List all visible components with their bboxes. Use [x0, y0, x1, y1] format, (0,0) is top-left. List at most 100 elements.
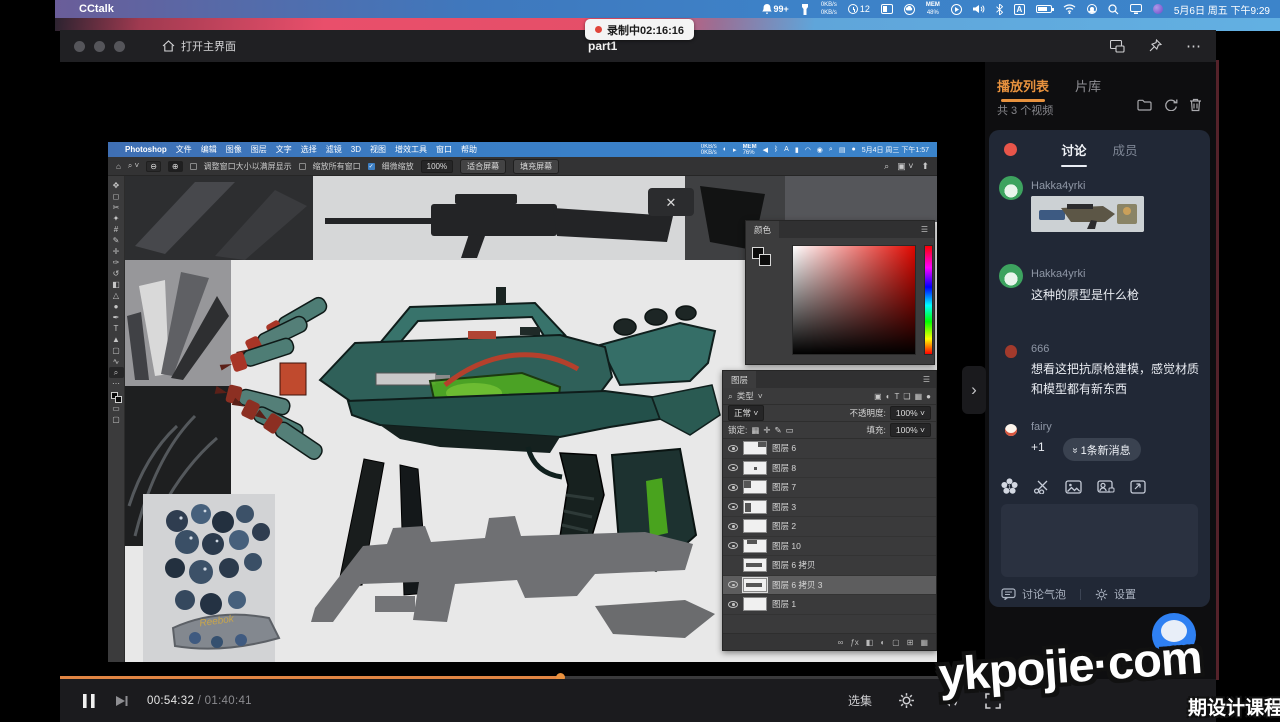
- ps-zoom-out-button[interactable]: ⊖: [146, 161, 161, 172]
- ps-layer-row[interactable]: 图层 7: [723, 478, 936, 498]
- loop-refresh-icon[interactable]: [1163, 98, 1178, 111]
- spotlight-search-icon[interactable]: [1108, 4, 1119, 15]
- minimize-window-button[interactable]: [94, 41, 105, 52]
- emoji-flower-icon[interactable]: 1: [1001, 478, 1018, 495]
- episodes-button[interactable]: 选集: [848, 692, 872, 709]
- window-manager-icon[interactable]: [881, 4, 893, 14]
- ps-menu-plugins[interactable]: 增效工具: [395, 144, 427, 155]
- new-message-pill[interactable]: » 1条新消息: [1063, 438, 1141, 461]
- video-player-surface[interactable]: Photoshop 文件 编辑 图像 图层 文字 选择 滤镜 3D 视图 增效工…: [60, 62, 985, 676]
- active-app-name[interactable]: CCtalk: [79, 3, 114, 15]
- panel-collapse-handle[interactable]: ›: [962, 366, 986, 414]
- ps-scrubby-zoom-checkbox[interactable]: [368, 163, 375, 170]
- memory-monitor[interactable]: MEM 48%: [926, 2, 940, 16]
- ps-blend-mode-select[interactable]: 正常 ˅: [728, 405, 764, 421]
- ps-layer-row[interactable]: 图层 6 拷贝: [723, 556, 936, 576]
- message-box-icon[interactable]: [1130, 480, 1146, 494]
- pin-window-icon[interactable]: [1149, 39, 1162, 53]
- assistant-app-icon[interactable]: [1153, 4, 1163, 14]
- trash-icon[interactable]: [1189, 98, 1202, 112]
- ps-menu-select[interactable]: 选择: [301, 144, 317, 155]
- notification-bell-icon[interactable]: 99+: [762, 4, 789, 15]
- ps-layer-row[interactable]: 图层 10: [723, 537, 936, 557]
- ps-menu-filter[interactable]: 滤镜: [326, 144, 342, 155]
- ps-tool-preset[interactable]: ⌕ ˅: [128, 161, 139, 171]
- input-method-icon[interactable]: A: [1014, 4, 1025, 15]
- image-upload-icon[interactable]: [1065, 480, 1082, 494]
- ps-toolbar[interactable]: ✥◻✂✦#✎✛✑ ↺◧△●✒T▲▢∿ ⌕ ⋯ ▭▢: [108, 176, 125, 662]
- ps-resize-window-checkbox[interactable]: [190, 163, 197, 170]
- ps-search-icon[interactable]: ⌕: [884, 161, 889, 172]
- ps-hue-slider[interactable]: [924, 245, 933, 355]
- ps-zoom-level-field[interactable]: 100%: [421, 160, 453, 173]
- ps-layers-panel-tab[interactable]: 图层: [723, 371, 756, 388]
- settings-button[interactable]: 设置: [1114, 586, 1136, 602]
- ps-panel-menu-icon[interactable]: ☰: [921, 225, 928, 234]
- ps-opacity-field[interactable]: 100% ˅: [890, 406, 931, 420]
- avatar[interactable]: [999, 264, 1023, 288]
- ps-menu-image[interactable]: 图像: [226, 144, 242, 155]
- ps-share-icon[interactable]: ⬆: [921, 161, 929, 172]
- avatar[interactable]: [999, 176, 1023, 200]
- wifi-icon[interactable]: [1063, 4, 1076, 14]
- play-status-icon[interactable]: [951, 4, 962, 15]
- menubar-clock[interactable]: 5月6日 周五 下午9:29: [1174, 2, 1270, 17]
- screenshot-scissors-icon[interactable]: [1033, 479, 1050, 494]
- ps-fill-screen-button[interactable]: 填充屏幕: [513, 159, 559, 174]
- ps-layers-footer-icons[interactable]: ∞ƒx◧◐▢⊞▦: [723, 633, 936, 650]
- ps-layer-row[interactable]: 图层 8: [723, 459, 936, 479]
- picture-in-picture-icon[interactable]: [1110, 40, 1125, 53]
- folder-icon[interactable]: [1137, 98, 1152, 111]
- screen-recorder-icon[interactable]: [800, 4, 810, 15]
- ps-home-icon[interactable]: ⌂: [116, 162, 121, 171]
- ps-fg-bg-swatches[interactable]: [752, 247, 772, 267]
- ps-menu-window[interactable]: 窗口: [436, 144, 452, 155]
- ps-menu-photoshop[interactable]: Photoshop: [125, 145, 167, 154]
- creative-cloud-icon[interactable]: [904, 4, 915, 15]
- network-speed[interactable]: 0KB/s 0KB/s: [821, 2, 837, 16]
- ps-menu-file[interactable]: 文件: [176, 144, 192, 155]
- ps-zoom-in-button[interactable]: ⊕: [168, 161, 183, 172]
- ps-menu-layer[interactable]: 图层: [251, 144, 267, 155]
- more-options-button[interactable]: ⋯: [1186, 37, 1202, 55]
- zoom-window-button[interactable]: [114, 41, 125, 52]
- ps-menu-3d[interactable]: 3D: [351, 145, 361, 154]
- clock-widget-icon[interactable]: 12: [848, 4, 870, 14]
- member-picture-icon[interactable]: [1097, 480, 1115, 494]
- ps-menu-edit[interactable]: 编辑: [201, 144, 217, 155]
- ps-layer-row-selected[interactable]: 图层 6 拷贝 3: [723, 576, 936, 596]
- ps-color-swatches[interactable]: [111, 392, 122, 403]
- volume-menubar-icon[interactable]: [973, 4, 985, 14]
- ps-workspace-icon[interactable]: ▣ ˅: [897, 161, 913, 172]
- ps-menu-type[interactable]: 文字: [276, 144, 292, 155]
- next-episode-button[interactable]: [114, 694, 129, 708]
- tab-members[interactable]: 成员: [1113, 140, 1138, 159]
- ps-menu-view[interactable]: 视图: [370, 144, 386, 155]
- chat-input[interactable]: [1001, 504, 1198, 577]
- message-image-attachment[interactable]: [1031, 196, 1144, 232]
- ps-zoom-all-checkbox[interactable]: [299, 163, 306, 170]
- ps-layer-row[interactable]: 图层 1: [723, 595, 936, 615]
- discussion-bubble-toggle[interactable]: 讨论气泡: [1022, 586, 1066, 602]
- ps-layer-row[interactable]: 图层 3: [723, 498, 936, 518]
- ps-layer-filter-select[interactable]: 类型: [737, 390, 754, 402]
- close-window-button[interactable]: [74, 41, 85, 52]
- battery-icon[interactable]: [1036, 5, 1052, 13]
- ps-float-close-button[interactable]: ✕: [648, 188, 694, 216]
- ps-fit-screen-button[interactable]: 适合屏幕: [460, 159, 506, 174]
- ps-color-panel-tab[interactable]: 颜色: [746, 221, 779, 238]
- open-main-ui-button[interactable]: 打开主界面: [162, 38, 236, 54]
- ps-zoom-tool-selected[interactable]: ⌕: [109, 367, 124, 378]
- pause-button[interactable]: [82, 693, 96, 709]
- bluetooth-icon[interactable]: [996, 4, 1003, 15]
- user-account-icon[interactable]: [1087, 4, 1097, 14]
- tab-library[interactable]: 片库: [1075, 76, 1101, 95]
- ps-fill-field[interactable]: 100% ˅: [890, 423, 931, 437]
- ps-layer-row[interactable]: 图层 2: [723, 517, 936, 537]
- ps-panel-menu-icon[interactable]: ☰: [923, 375, 930, 384]
- tab-discussion[interactable]: 讨论: [1061, 140, 1086, 159]
- ps-color-gradient-field[interactable]: [792, 245, 916, 355]
- ps-menu-help[interactable]: 帮助: [461, 144, 477, 155]
- tab-playlist[interactable]: 播放列表: [997, 76, 1049, 95]
- ps-layer-row[interactable]: 图层 6: [723, 439, 936, 459]
